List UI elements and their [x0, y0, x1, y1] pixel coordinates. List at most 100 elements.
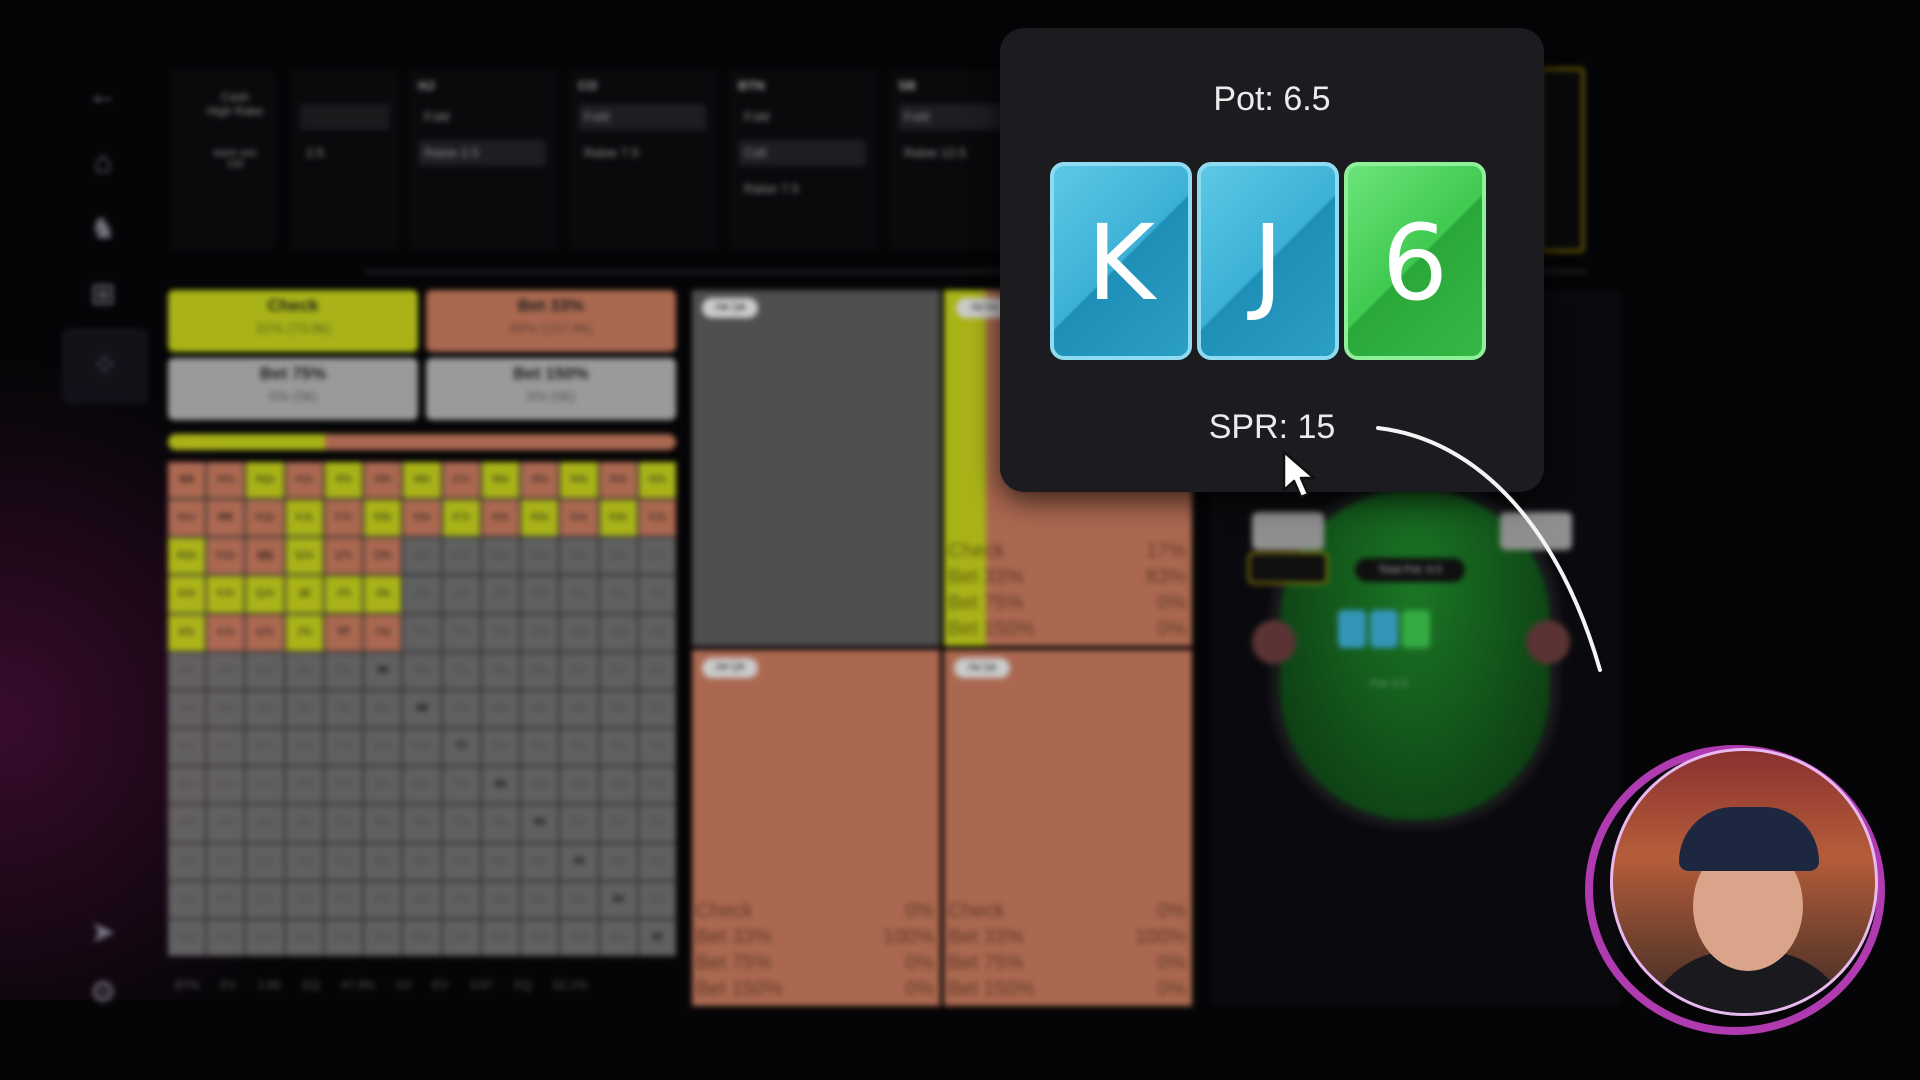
range-cell[interactable]: A6s	[481, 462, 520, 499]
range-cell[interactable]: 53o	[521, 881, 559, 918]
range-cell[interactable]: T8s	[403, 614, 441, 651]
range-cell[interactable]: QTs	[324, 538, 363, 575]
check-action-box[interactable]: Check 31% (73.8k)	[168, 290, 418, 352]
range-cell[interactable]: A4s	[560, 462, 598, 499]
action-item[interactable]: Raise 2.5	[418, 140, 546, 166]
range-cell[interactable]: 74s	[560, 729, 598, 766]
range-cell[interactable]: A2s	[638, 462, 676, 499]
range-cell[interactable]: KJo	[207, 576, 245, 613]
range-cell[interactable]: 99	[364, 652, 402, 689]
range-cell[interactable]: J5s	[521, 576, 559, 613]
bet150-action-box[interactable]: Bet 150% 0% (0k)	[426, 358, 676, 420]
range-cell[interactable]: QJo	[246, 576, 284, 613]
range-cell[interactable]: J3s	[599, 576, 637, 613]
range-cell[interactable]: K2s	[638, 500, 676, 537]
range-cell[interactable]: K2o	[207, 919, 245, 956]
range-cell[interactable]: 75s	[521, 729, 559, 766]
range-cell[interactable]: Q6o	[246, 767, 284, 804]
range-cell[interactable]: 87s	[442, 690, 480, 728]
range-cell[interactable]: 82o	[403, 919, 441, 956]
range-cell[interactable]: 62s	[638, 767, 676, 804]
range-cell[interactable]: 63s	[599, 767, 637, 804]
range-cell[interactable]: 73s	[599, 729, 637, 766]
range-cell[interactable]: Q9o	[246, 652, 284, 689]
range-cell[interactable]: 73o	[442, 881, 480, 918]
range-cell[interactable]: T4s	[560, 614, 598, 651]
range-cell[interactable]: KTo	[207, 614, 245, 651]
grid-icon[interactable]: ⁘	[62, 328, 148, 404]
range-cell[interactable]: 63o	[481, 881, 520, 918]
range-cell[interactable]: A3o	[168, 881, 206, 918]
range-cell[interactable]: AKo	[168, 500, 206, 537]
range-cell[interactable]: AKs	[207, 462, 245, 499]
range-cell[interactable]: T5o	[324, 805, 363, 842]
range-cell[interactable]: J7o	[285, 729, 323, 766]
range-cell[interactable]: 66	[481, 767, 520, 804]
range-cell[interactable]: T6o	[324, 767, 363, 804]
combo-quadrant[interactable]: A♣ Q♣	[692, 290, 940, 646]
range-cell[interactable]: 85o	[403, 805, 441, 842]
range-cell[interactable]: K8o	[207, 690, 245, 728]
range-cell[interactable]: T2o	[324, 919, 363, 956]
range-cell[interactable]: 62o	[481, 919, 520, 956]
action-item[interactable]: Fold	[418, 104, 546, 130]
range-cell[interactable]: K9o	[207, 652, 245, 689]
range-cell[interactable]: 87o	[403, 729, 441, 766]
range-cell[interactable]: AA	[168, 462, 206, 499]
range-cell[interactable]: 76o	[442, 767, 480, 804]
range-cell[interactable]: K3o	[207, 881, 245, 918]
range-cell[interactable]: 75o	[442, 805, 480, 842]
action-item[interactable]: Fold	[738, 104, 866, 130]
home-icon[interactable]: ⌂	[80, 140, 126, 186]
range-cell[interactable]: A9o	[168, 652, 206, 689]
stack-input[interactable]	[300, 104, 390, 130]
range-cell[interactable]: K6s	[481, 500, 520, 537]
range-cell[interactable]: 55	[521, 805, 559, 842]
range-cell[interactable]: T3o	[324, 881, 363, 918]
range-cell[interactable]: T7o	[324, 729, 363, 766]
range-cell[interactable]: 86o	[403, 767, 441, 804]
range-cell[interactable]: Q9s	[364, 538, 402, 575]
range-cell[interactable]: Q7s	[442, 538, 480, 575]
range-cell[interactable]: J3o	[285, 881, 323, 918]
back-icon[interactable]: ←	[80, 72, 126, 118]
range-cell[interactable]: 65s	[521, 767, 559, 804]
range-cell[interactable]: 54s	[560, 805, 598, 842]
range-cell[interactable]: K4o	[207, 843, 245, 880]
range-cell[interactable]: Q6s	[481, 538, 520, 575]
range-cell[interactable]: K5o	[207, 805, 245, 842]
range-cell[interactable]: 94o	[364, 843, 402, 880]
range-cell[interactable]: Q4o	[246, 843, 284, 880]
range-cell[interactable]: 44	[560, 843, 598, 880]
bet75-action-box[interactable]: Bet 75% 0% (0k)	[168, 358, 418, 420]
range-cell[interactable]: 72o	[442, 919, 480, 956]
range-cell[interactable]: 83o	[403, 881, 441, 918]
range-cell[interactable]: AJo	[168, 576, 206, 613]
range-cell[interactable]: Q3s	[599, 538, 637, 575]
range-cell[interactable]: 85s	[521, 690, 559, 728]
range-cell[interactable]: 43o	[560, 881, 598, 918]
range-cell[interactable]: A8s	[403, 462, 441, 499]
range-cell[interactable]: K7o	[207, 729, 245, 766]
range-cell[interactable]: 54o	[521, 843, 559, 880]
range-cell[interactable]: 98o	[364, 690, 402, 728]
range-cell[interactable]: 77	[442, 729, 480, 766]
range-cell[interactable]: T6s	[481, 614, 520, 651]
combo-quadrant[interactable]: A♠ Q♠ Check 0% Bet 33% 100% Bet 75% 0% Bet …	[944, 650, 1192, 1006]
range-cell[interactable]: QJs	[285, 538, 323, 575]
range-cell[interactable]: 43s	[599, 843, 637, 880]
range-cell[interactable]: J5o	[285, 805, 323, 842]
range-cell[interactable]: Q2s	[638, 538, 676, 575]
range-cell[interactable]: ATo	[168, 614, 206, 651]
range-cell[interactable]: K8s	[403, 500, 441, 537]
range-cell[interactable]: 52s	[638, 805, 676, 842]
range-cell[interactable]: T5s	[521, 614, 559, 651]
range-cell[interactable]: 96s	[481, 652, 520, 689]
range-cell[interactable]: 64s	[560, 767, 598, 804]
range-cell[interactable]: K9s	[364, 500, 402, 537]
range-cell[interactable]: A2o	[168, 919, 206, 956]
range-cell[interactable]: 84s	[560, 690, 598, 728]
range-cell[interactable]: K6o	[207, 767, 245, 804]
range-cell[interactable]: 76s	[481, 729, 520, 766]
range-cell[interactable]: 33	[599, 881, 637, 918]
